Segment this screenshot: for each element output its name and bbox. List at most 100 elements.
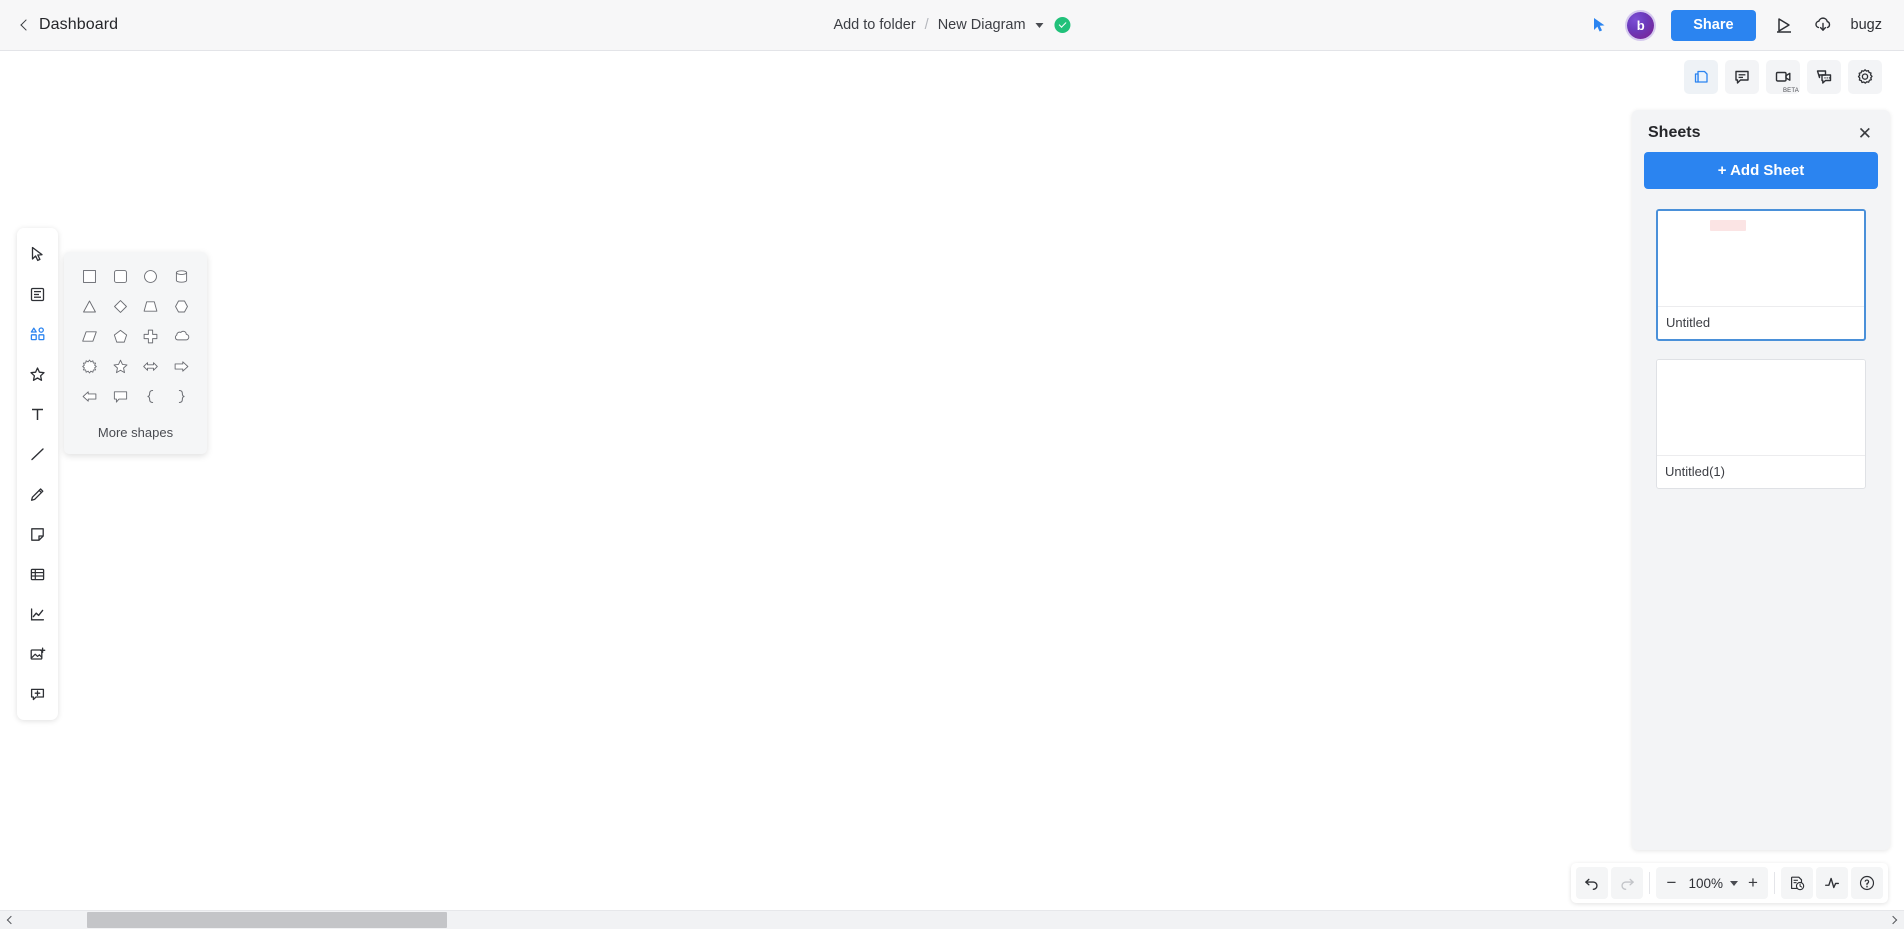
shape-square[interactable] (75, 264, 104, 288)
shape-triangle[interactable] (75, 294, 104, 318)
document-title[interactable]: New Diagram (938, 17, 1026, 33)
activity-pulse-icon (1825, 877, 1839, 889)
help-button[interactable] (1851, 867, 1883, 899)
shape-cross[interactable] (136, 324, 165, 348)
sheets-panel: Sheets ✕ + Add Sheet Untitled Untitled(1… (1632, 110, 1890, 850)
shapes-icon (30, 326, 45, 340)
breadcrumb-separator: / (924, 17, 929, 33)
toolbar-divider (1774, 872, 1775, 894)
panel-tab-settings[interactable] (1848, 60, 1882, 94)
sheet-name-label: Untitled(1) (1665, 464, 1725, 479)
activity-button[interactable] (1816, 867, 1848, 899)
toolbar-divider (1649, 872, 1651, 894)
tool-add-comment[interactable] (21, 674, 55, 714)
shapes-grid (74, 264, 197, 408)
tool-shapes[interactable] (21, 314, 55, 354)
caret-down-icon[interactable] (1035, 22, 1044, 28)
star-icon (30, 366, 45, 381)
tool-sticky-note[interactable] (21, 514, 55, 554)
panel-tab-sheets[interactable] (1684, 60, 1718, 94)
image-icon (30, 647, 46, 660)
shape-star[interactable] (106, 354, 135, 378)
tool-draw[interactable] (21, 474, 55, 514)
tool-image[interactable] (21, 634, 55, 674)
scroll-left-button[interactable] (0, 911, 22, 929)
shape-cloud[interactable] (167, 324, 196, 348)
header-actions: b Share bugz (1590, 9, 1882, 41)
thumbnail-shape (1710, 220, 1746, 231)
sheet-card-untitled[interactable]: Untitled (1656, 209, 1866, 341)
add-comment-icon (30, 688, 45, 700)
zoom-out-button[interactable]: − (1658, 867, 1684, 899)
shape-right-brace[interactable] (167, 384, 196, 408)
scrollbar-track[interactable] (22, 911, 1882, 929)
tool-table[interactable] (21, 554, 55, 594)
tool-templates[interactable] (21, 274, 55, 314)
sheet-thumbnail (1658, 211, 1864, 307)
add-sheet-button[interactable]: + Add Sheet (1644, 152, 1878, 189)
scroll-right-button[interactable] (1882, 911, 1904, 929)
redo-icon (1621, 878, 1635, 890)
shape-rounded-square[interactable] (106, 264, 135, 288)
shape-double-arrow[interactable] (136, 354, 165, 378)
chat-icon (1816, 70, 1832, 84)
add-to-folder-link[interactable]: Add to folder (833, 17, 915, 33)
shape-left-arrow[interactable] (75, 384, 104, 408)
scrollbar-thumb[interactable] (87, 911, 447, 928)
shape-hexagon[interactable] (167, 294, 196, 318)
sheet-name-label: Untitled (1666, 315, 1711, 330)
tool-favorites[interactable] (21, 354, 55, 394)
username-label[interactable]: bugz (1851, 17, 1882, 33)
pencil-icon (30, 487, 44, 501)
avatar[interactable]: b (1627, 11, 1655, 39)
back-to-dashboard-button[interactable]: Dashboard (20, 16, 118, 34)
table-icon (30, 568, 45, 580)
panel-tab-bar: BETA (1684, 52, 1904, 102)
tool-text[interactable] (21, 394, 55, 434)
shape-pentagon[interactable] (106, 324, 135, 348)
shapes-flyout-panel: More shapes (64, 252, 207, 454)
text-icon (32, 408, 43, 420)
zoom-in-button[interactable]: + (1740, 867, 1766, 899)
close-icon[interactable]: ✕ (1856, 125, 1874, 142)
version-history-button[interactable] (1781, 867, 1813, 899)
chevron-right-icon (1888, 915, 1898, 925)
panel-tab-comments[interactable] (1725, 60, 1759, 94)
shape-cylinder[interactable] (167, 264, 196, 288)
present-play-icon[interactable] (1773, 14, 1795, 36)
tool-line[interactable] (21, 434, 55, 474)
sheets-panel-title: Sheets (1648, 124, 1701, 141)
tool-select[interactable] (21, 234, 55, 274)
zoom-dropdown-icon[interactable] (1730, 880, 1738, 886)
tool-chart[interactable] (21, 594, 55, 634)
cursor-select-icon (31, 246, 43, 261)
zoom-level-value[interactable]: 100% (1686, 876, 1725, 891)
panel-tab-chat[interactable] (1807, 60, 1841, 94)
diagram-canvas[interactable] (0, 51, 1904, 910)
shape-diamond[interactable] (106, 294, 135, 318)
check-circle-icon (1054, 17, 1071, 33)
undo-icon (1585, 878, 1599, 890)
shape-parallelogram[interactable] (75, 324, 104, 348)
shape-circle[interactable] (136, 264, 165, 288)
panel-tab-video[interactable]: BETA (1766, 60, 1800, 94)
horizontal-scrollbar[interactable] (0, 910, 1904, 929)
sticky-note-icon (31, 527, 44, 541)
undo-button[interactable] (1576, 867, 1609, 899)
comment-icon (1735, 70, 1749, 84)
breadcrumb: Add to folder / New Diagram (833, 17, 1071, 33)
redo-button[interactable] (1611, 867, 1644, 899)
shape-starburst[interactable] (75, 354, 104, 378)
chevron-left-icon (20, 19, 32, 31)
shape-left-brace[interactable] (136, 384, 165, 408)
share-button[interactable]: Share (1671, 9, 1756, 41)
chevron-left-icon (6, 915, 16, 925)
sheet-card-untitled-1[interactable]: Untitled(1) (1656, 359, 1866, 489)
cloud-download-icon[interactable] (1812, 14, 1834, 36)
more-shapes-button[interactable]: More shapes (74, 408, 197, 454)
shape-trapezoid[interactable] (136, 294, 165, 318)
shape-right-arrow[interactable] (167, 354, 196, 378)
sheets-panel-header: Sheets ✕ (1632, 110, 1890, 152)
cursor-pointer-icon[interactable] (1590, 15, 1610, 35)
shape-speech-bubble[interactable] (106, 384, 135, 408)
